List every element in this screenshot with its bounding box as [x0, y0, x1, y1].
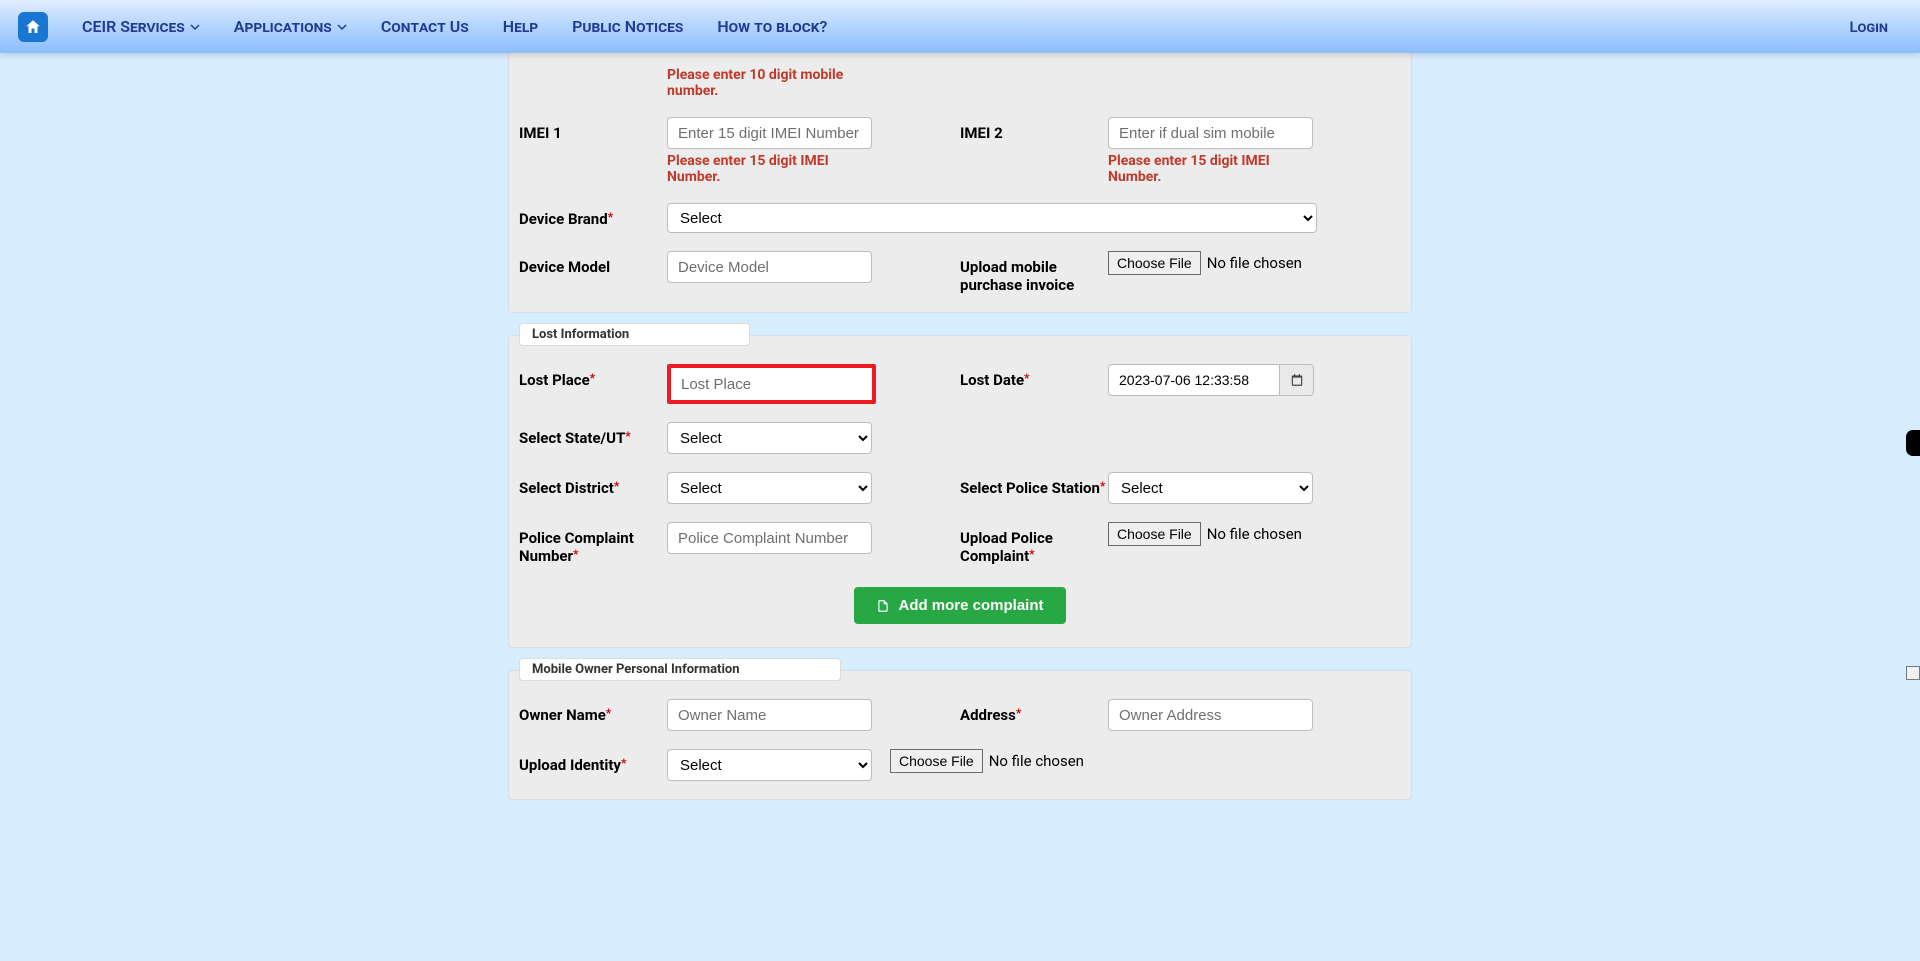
chevron-down-icon — [190, 17, 200, 36]
state-label: Select State/UT* — [519, 422, 667, 454]
state-select[interactable]: Select — [667, 422, 872, 454]
owner-address-label: Address* — [960, 699, 1108, 731]
imei2-error: Please enter 15 digit IMEI Number. — [1108, 153, 1313, 185]
nav-ceir-services-label: CEIR Services — [82, 17, 185, 36]
add-more-complaint-label: Add more complaint — [898, 597, 1043, 614]
owner-info-legend: Mobile Owner Personal Information — [519, 658, 841, 681]
identity-file-status: No file chosen — [989, 752, 1084, 770]
lost-place-label: Lost Place* — [519, 364, 667, 404]
device-model-label: Device Model — [519, 251, 667, 294]
complaint-number-label: Police Complaint Number* — [519, 522, 667, 565]
top-navbar: CEIR Services Applications Contact Us He… — [0, 0, 1920, 53]
owner-name-label: Owner Name* — [519, 699, 667, 731]
nav-contact-us[interactable]: Contact Us — [381, 17, 469, 36]
device-info-fieldset: Please enter 10 digit mobile number. IME… — [508, 53, 1412, 313]
home-button[interactable] — [18, 12, 48, 42]
imei1-input[interactable] — [667, 117, 872, 149]
nav-applications[interactable]: Applications — [234, 17, 347, 36]
imei2-label: IMEI 2 — [960, 117, 1108, 185]
identity-type-select[interactable]: Select — [667, 749, 872, 781]
mobile-number-error: Please enter 10 digit mobile number. — [667, 67, 872, 99]
nav-applications-label: Applications — [234, 17, 332, 36]
nav-ceir-services[interactable]: CEIR Services — [82, 17, 200, 36]
lost-date-label: Lost Date* — [960, 364, 1108, 404]
police-station-label: Select Police Station* — [960, 472, 1108, 504]
owner-info-fieldset: Mobile Owner Personal Information Owner … — [508, 670, 1412, 800]
lost-place-input[interactable] — [667, 364, 876, 404]
device-brand-select[interactable]: Select — [667, 203, 1317, 233]
imei1-label: IMEI 1 — [519, 117, 667, 185]
side-handle[interactable] — [1906, 430, 1920, 456]
device-model-input[interactable] — [667, 251, 872, 283]
nav-how-to-block[interactable]: How to block? — [717, 17, 827, 36]
nav-items: CEIR Services Applications Contact Us He… — [82, 17, 1850, 36]
add-more-complaint-button[interactable]: Add more complaint — [854, 587, 1065, 624]
upload-complaint-label: Upload Police Complaint* — [960, 522, 1108, 565]
complaint-file-status: No file chosen — [1207, 525, 1302, 543]
identity-choose-file-button[interactable]: Choose File — [890, 749, 983, 773]
invoice-file-status: No file chosen — [1207, 254, 1302, 272]
nav-public-notices[interactable]: Public Notices — [572, 17, 683, 36]
side-widget[interactable] — [1906, 666, 1920, 680]
device-brand-label: Device Brand* — [519, 203, 667, 233]
login-link[interactable]: Login — [1850, 18, 1889, 36]
police-station-select[interactable]: Select — [1108, 472, 1313, 504]
invoice-choose-file-button[interactable]: Choose File — [1108, 251, 1201, 275]
nav-help[interactable]: Help — [503, 17, 538, 36]
complaint-number-input[interactable] — [667, 522, 872, 554]
page-background: Please enter 10 digit mobile number. IME… — [0, 53, 1920, 961]
calendar-icon[interactable] — [1280, 364, 1314, 396]
home-icon — [24, 18, 42, 36]
district-select[interactable]: Select — [667, 472, 872, 504]
lost-info-fieldset: Lost Information Lost Place* Lost Date* — [508, 335, 1412, 648]
file-icon — [876, 599, 890, 613]
district-label: Select District* — [519, 472, 667, 504]
complaint-choose-file-button[interactable]: Choose File — [1108, 522, 1201, 546]
lost-date-input[interactable] — [1108, 364, 1280, 396]
spacer — [519, 63, 667, 99]
upload-identity-label: Upload Identity* — [519, 749, 667, 781]
imei2-input[interactable] — [1108, 117, 1313, 149]
owner-address-input[interactable] — [1108, 699, 1313, 731]
chevron-down-icon — [337, 17, 347, 36]
form-area: Please enter 10 digit mobile number. IME… — [508, 53, 1412, 961]
imei1-error: Please enter 15 digit IMEI Number. — [667, 153, 872, 185]
owner-name-input[interactable] — [667, 699, 872, 731]
lost-info-legend: Lost Information — [519, 323, 750, 346]
upload-invoice-label: Upload mobile purchase invoice — [960, 251, 1108, 294]
